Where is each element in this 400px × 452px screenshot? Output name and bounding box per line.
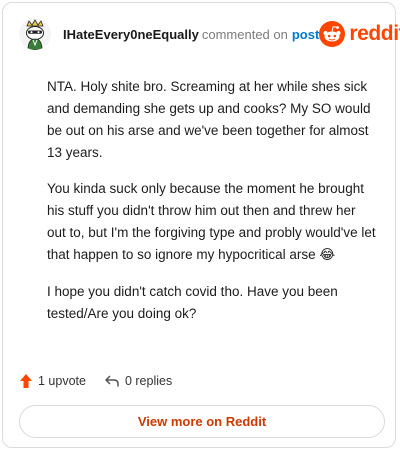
reply-arrow-icon (105, 375, 119, 387)
replies-button[interactable]: 0 replies (104, 374, 172, 388)
upvote-arrow-icon (20, 374, 32, 388)
reddit-logo-icon (319, 21, 346, 47)
reddit-brand[interactable]: reddit (319, 21, 400, 47)
comment-embed-card: IHateEvery0neEqually commented on post r… (2, 2, 400, 448)
snoo-avatar-icon (19, 18, 51, 50)
comment-paragraph: You kinda suck only because the moment h… (47, 181, 376, 262)
reddit-wordmark: reddit (349, 22, 400, 45)
username-link[interactable]: IHateEvery0neEqually (63, 27, 199, 42)
comment-body: NTA. Holy shite bro. Screaming at her wh… (47, 76, 377, 339)
comment-header: IHateEvery0neEqually commented on post r… (19, 17, 400, 51)
post-link[interactable]: post (292, 27, 319, 42)
replies-count: 0 replies (124, 374, 173, 388)
upvote-count: 1 upvote (38, 374, 86, 388)
upvote-button[interactable]: 1 upvote (19, 373, 86, 389)
view-more-on-reddit-button[interactable]: View more on Reddit (19, 405, 385, 438)
comment-paragraph: I hope you didn't catch covid tho. Have … (47, 284, 338, 321)
user-avatar[interactable] (19, 18, 51, 50)
comment-paragraph: NTA. Holy shite bro. Screaming at her wh… (47, 79, 371, 160)
action-text: commented on (201, 26, 288, 42)
comment-meta: IHateEvery0neEqually commented on post (63, 27, 319, 42)
comment-actions: 1 upvote 0 replies (19, 373, 172, 389)
